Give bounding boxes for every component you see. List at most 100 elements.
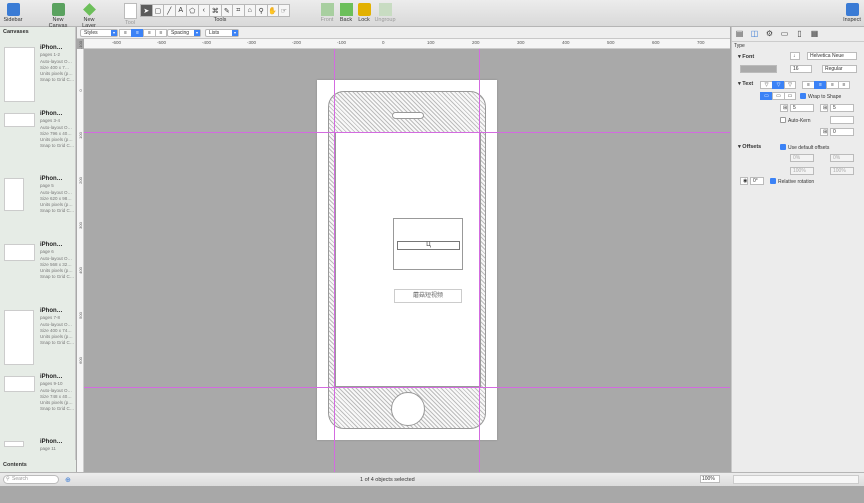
list-item[interactable]: iPhon… pages 1-2 Auto-layout O… Size 400 x …: [0, 45, 76, 109]
justify-full-icon[interactable]: ≡: [838, 81, 850, 89]
spacing-popup[interactable]: Spacing ▾: [167, 29, 201, 37]
canvas-stage[interactable]: Ц 蘑菇短视频: [84, 49, 730, 472]
font-style-popup[interactable]: Regular: [822, 65, 857, 73]
text-align-icon[interactable]: ▽: [760, 81, 772, 89]
app-name-button-shape[interactable]: 蘑菇短视频: [394, 289, 462, 303]
search-input-shape[interactable]: Ц: [397, 241, 460, 250]
search-input[interactable]: ⚲ Search: [3, 475, 59, 484]
text-top-icon[interactable]: ▭: [760, 92, 772, 100]
pointer-tool-icon[interactable]: ➤: [140, 4, 152, 17]
stroke-style-bar[interactable]: [733, 475, 859, 484]
vertical-ruler[interactable]: -100 0 100 200 300 400 500 600: [77, 41, 84, 472]
pen-tool-icon[interactable]: ✎: [220, 4, 232, 17]
diagram-tool-icon[interactable]: ⌘: [209, 4, 221, 17]
lock-button[interactable]: Lock: [357, 3, 371, 23]
list-item[interactable]: iPhon… pages 9-10 Auto-layout O… Size 748 x…: [0, 374, 76, 438]
hand-tool-icon[interactable]: ✋: [266, 4, 278, 17]
settings-tab-icon[interactable]: ⚙: [764, 29, 775, 40]
text-bottom-icon[interactable]: ▭: [784, 92, 796, 100]
canvas-tab-icon[interactable]: ▭: [779, 29, 790, 40]
iphone-wireframe[interactable]: Ц 蘑菇短视频: [328, 91, 486, 429]
font-name-field[interactable]: Helvetica Neue: [807, 52, 857, 60]
zoom-field[interactable]: 100%: [700, 475, 720, 483]
font-download-icon[interactable]: ↓: [790, 52, 800, 60]
text-section-header[interactable]: ▾ Text: [738, 81, 753, 87]
kern-field[interactable]: [830, 116, 854, 124]
new-layer-button[interactable]: New Layer: [76, 3, 102, 29]
auto-kern-checkbox[interactable]: [780, 117, 786, 123]
list-item[interactable]: iPhon… pages 3-4 Auto-layout O… Size 796 x …: [0, 111, 76, 175]
list-item[interactable]: iPhon… page 5 Auto-layout O… Size 620 x 98……: [0, 176, 76, 240]
style-brush-icon[interactable]: ⌗: [232, 4, 244, 17]
canvas-pages: pages 3-4: [40, 118, 61, 123]
justify-center-icon[interactable]: ≡: [814, 81, 826, 89]
canvas-page[interactable]: Ц 蘑菇短视频: [317, 80, 497, 440]
ruler-tick-label: 500: [78, 312, 83, 319]
use-default-offsets-checkbox[interactable]: [780, 144, 786, 150]
properties-tab-icon[interactable]: ◫: [749, 29, 760, 40]
offsets-section-header[interactable]: ▾ Offsets: [738, 144, 761, 150]
ruler-tick-label: 700: [697, 40, 705, 45]
document-tab-icon[interactable]: ▯: [794, 29, 805, 40]
justify-left-icon[interactable]: ≡: [802, 81, 814, 89]
guide-line[interactable]: [479, 49, 480, 472]
offset-height-field[interactable]: 100%: [830, 167, 854, 175]
lists-popup[interactable]: Lists ▾: [205, 29, 239, 37]
line-tool-icon[interactable]: ╱: [163, 4, 175, 17]
rectangle-tool-icon[interactable]: ▢: [151, 4, 163, 17]
canvas-pages: pages 7-8: [40, 315, 61, 320]
list-item[interactable]: iPhon… pages 7-8 Auto-layout O… Size 400 x …: [0, 308, 76, 372]
list-item[interactable]: iPhon… page 6 Auto-layout O… Size 568 x 32……: [0, 242, 76, 306]
align-center-icon[interactable]: ≡: [131, 29, 143, 37]
align-left-icon[interactable]: ≡: [119, 29, 131, 37]
canvas-thumbnail: [4, 441, 24, 447]
styles-popup[interactable]: Styles ▾: [80, 29, 118, 37]
phone-screen[interactable]: Ц 蘑菇短视频: [335, 132, 481, 387]
new-canvas-button[interactable]: New Canvas: [43, 3, 73, 29]
back-button[interactable]: Back: [339, 3, 353, 23]
tool-button[interactable]: Tool: [122, 3, 138, 26]
phone-speaker: [392, 112, 424, 119]
offset-left-field[interactable]: 0%: [790, 154, 814, 162]
rotation-dial-icon[interactable]: ◉: [740, 177, 748, 185]
add-canvas-icon[interactable]: ⊕: [65, 476, 71, 484]
tool-well-icon: [123, 3, 137, 19]
inspect-button[interactable]: Inspect: [843, 3, 861, 23]
text-align-bottom-icon[interactable]: ▽: [784, 81, 796, 89]
rubber-stamp-icon[interactable]: ⌂: [243, 4, 255, 17]
canvas-auto: Auto-layout O…: [40, 59, 73, 64]
sidebar-button[interactable]: Sidebar: [3, 3, 23, 23]
offset-top-field[interactable]: 0%: [830, 154, 854, 162]
canvas-size: Size 400 x 74…: [40, 328, 72, 333]
horizontal-ruler[interactable]: -600 -500 -400 -300 -200 -100 0 100 200 300 400 500…: [84, 39, 750, 49]
align-right-icon[interactable]: ≡: [143, 29, 155, 37]
align-justify-icon[interactable]: ≡: [155, 29, 167, 37]
font-size-field[interactable]: 16: [790, 65, 812, 73]
guide-line[interactable]: [84, 132, 730, 133]
padding-icon: ⊞: [780, 104, 788, 112]
guide-line[interactable]: [84, 387, 730, 388]
text-tool-icon[interactable]: A: [174, 4, 186, 17]
text-middle-icon[interactable]: ▭: [772, 92, 784, 100]
ungroup-button[interactable]: Ungroup: [374, 3, 396, 23]
style-tab-icon[interactable]: ▤: [734, 29, 745, 40]
font-section-header[interactable]: ▾ Font: [738, 54, 754, 60]
offset-width-field[interactable]: 100%: [790, 167, 814, 175]
grid-tab-icon[interactable]: ▦: [809, 29, 820, 40]
guide-line[interactable]: [334, 49, 335, 472]
line-spacing-field[interactable]: 5: [830, 104, 854, 112]
magnify-tool-icon[interactable]: ⚲: [255, 4, 267, 17]
browse-tool-icon[interactable]: ☞: [278, 4, 290, 17]
search-group[interactable]: Ц: [393, 218, 463, 270]
relative-rotation-checkbox[interactable]: [770, 178, 776, 184]
text-align-center-icon[interactable]: ▽: [772, 81, 784, 89]
wrap-to-shape-checkbox[interactable]: [800, 93, 806, 99]
front-button[interactable]: Front: [320, 3, 334, 23]
shape-tool-icon[interactable]: ⬠: [186, 4, 198, 17]
padding-field[interactable]: 5: [790, 104, 814, 112]
justify-right-icon[interactable]: ≡: [826, 81, 838, 89]
baseline-field[interactable]: 0: [830, 128, 854, 136]
font-color-well[interactable]: [740, 65, 777, 73]
bracket-tool-icon[interactable]: ‹: [197, 4, 209, 17]
rotation-field[interactable]: 0°: [750, 177, 764, 185]
